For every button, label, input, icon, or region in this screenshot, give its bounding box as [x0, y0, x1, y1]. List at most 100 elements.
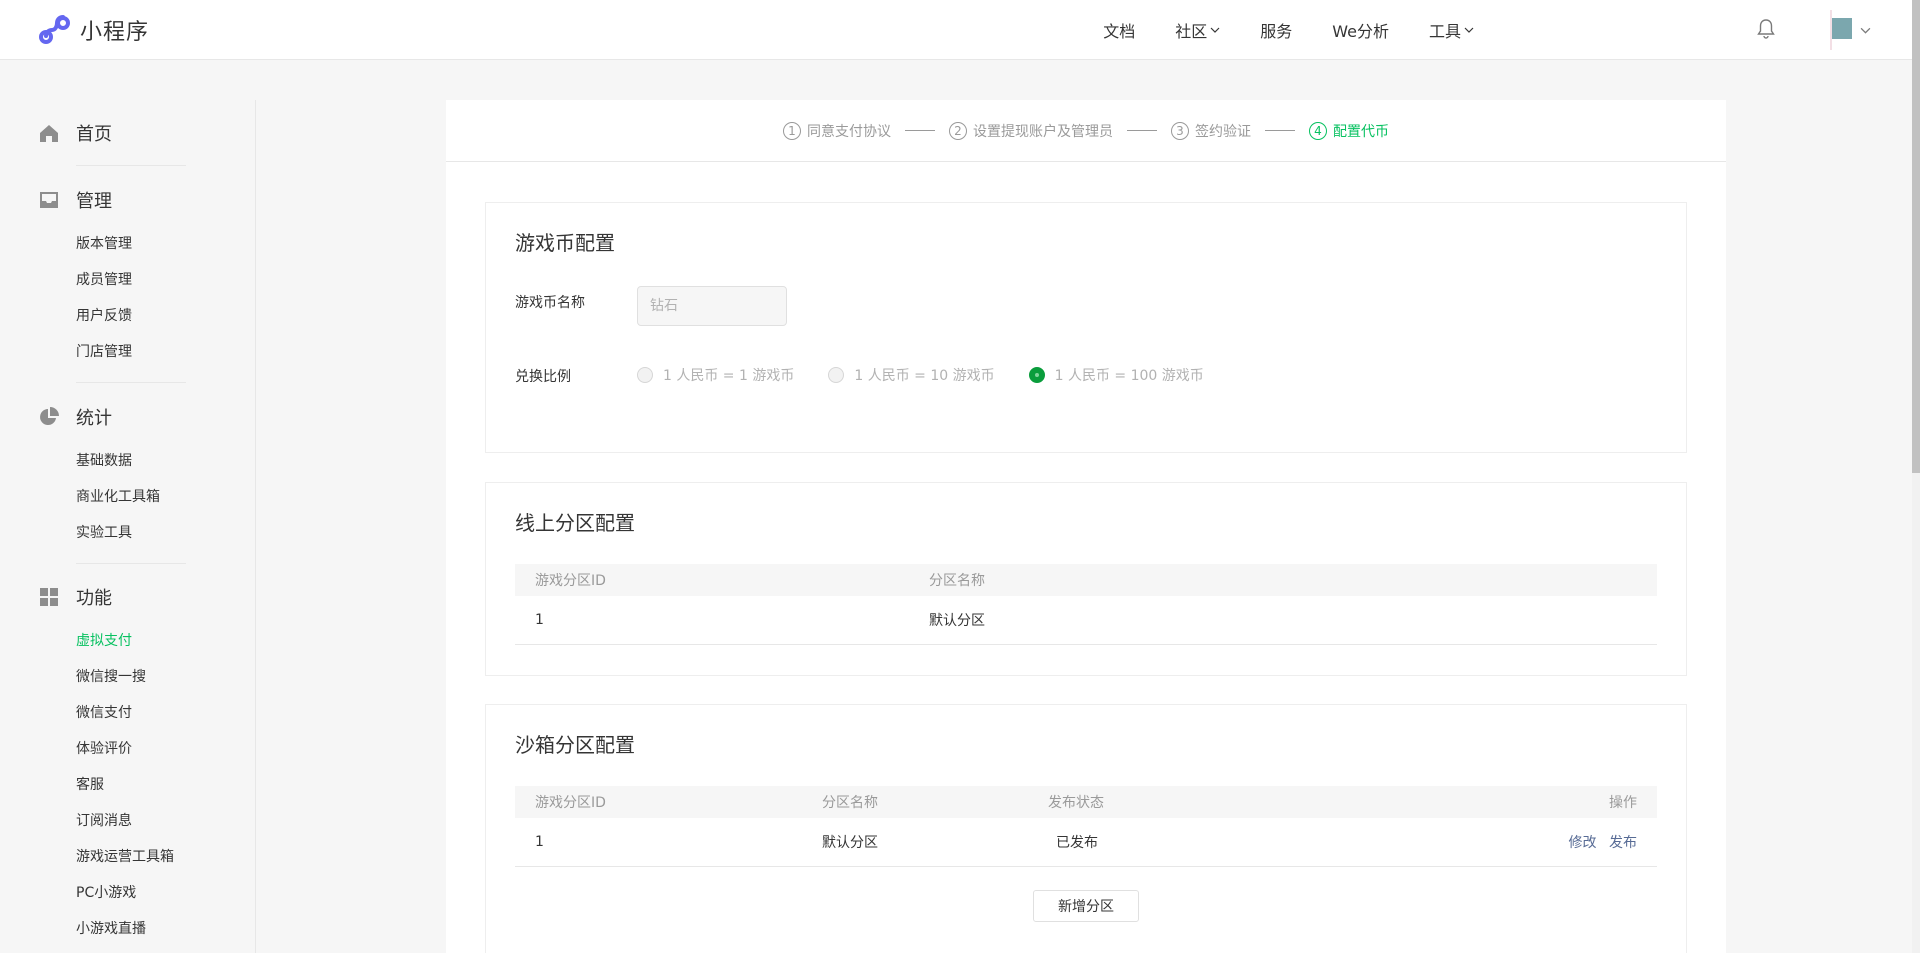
step-3: 3 签约验证	[1171, 121, 1251, 141]
step-number: 4	[1309, 121, 1327, 140]
actions-cell: 修改 发布	[1276, 818, 1657, 867]
zone-id-cell: 1	[515, 596, 909, 645]
sidebar-item-wechat-search[interactable]: 微信搜一搜	[0, 659, 256, 695]
sidebar-item-user-feedback[interactable]: 用户反馈	[0, 298, 256, 334]
sidebar-item-game-ops-toolbox[interactable]: 游戏运营工具箱	[0, 839, 256, 875]
sidebar: 首页 管理 版本管理 成员管理 用户反馈 门店管理 统计 基础数据 商业化工具箱…	[0, 100, 256, 953]
sidebar-item-store-manage[interactable]: 门店管理	[0, 334, 256, 370]
stats-sub-list: 基础数据 商业化工具箱 实验工具	[0, 433, 256, 551]
nav-service-label: 服务	[1260, 22, 1293, 41]
sidebar-item-mini-game-live[interactable]: 小游戏直播	[0, 911, 256, 947]
step-1: 1 同意支付协议	[783, 121, 891, 141]
column-header: 游戏分区ID	[515, 564, 909, 596]
nav-docs[interactable]: 文档	[1103, 18, 1135, 42]
step-label: 设置提现账户及管理员	[973, 123, 1113, 140]
step-connector	[1127, 130, 1157, 131]
step-label: 同意支付协议	[807, 123, 891, 140]
nav-we-analysis[interactable]: We分析	[1332, 18, 1389, 42]
step-connector	[905, 130, 935, 131]
sidebar-item-features[interactable]: 功能	[0, 581, 256, 613]
sidebar-item-experiment-tools[interactable]: 实验工具	[0, 515, 256, 551]
table-row: 1 默认分区	[515, 596, 1657, 645]
table-header-row: 游戏分区ID 分区名称 发布状态 操作	[515, 786, 1657, 818]
column-header: 操作	[1276, 786, 1657, 818]
panel-title: 游戏币配置	[515, 231, 615, 255]
chevron-down-icon	[1464, 27, 1474, 33]
chevron-down-icon	[1210, 27, 1220, 33]
nav-tools[interactable]: 工具	[1429, 18, 1474, 42]
step-label: 签约验证	[1195, 123, 1251, 140]
sidebar-item-customer-service[interactable]: 客服	[0, 767, 256, 803]
nav-community[interactable]: 社区	[1175, 18, 1220, 42]
publish-status-cell: 已发布	[1028, 818, 1277, 867]
exchange-ratio-label: 兑换比例	[515, 369, 571, 385]
divider	[76, 165, 186, 166]
ratio-option-label: 1 人民币 = 1 游戏币	[663, 368, 795, 384]
nav-docs-label: 文档	[1103, 22, 1136, 41]
zone-id-cell: 1	[515, 818, 802, 867]
edit-link[interactable]: 修改	[1569, 835, 1597, 851]
step-connector	[1265, 130, 1295, 131]
sidebar-item-pc-mini-game[interactable]: PC小游戏	[0, 875, 256, 911]
step-2: 2 设置提现账户及管理员	[949, 121, 1113, 141]
zone-name-cell: 默认分区	[802, 818, 1028, 867]
radio-icon	[637, 367, 653, 383]
main-content: 1 同意支付协议 2 设置提现账户及管理员 3 签约验证 4 配置代币 游戏币配置 游戏…	[446, 100, 1726, 953]
sidebar-stats-label: 统计	[76, 408, 112, 429]
table-row: 1 默认分区 已发布 修改 发布	[515, 818, 1657, 867]
ratio-option-10[interactable]: 1 人民币 = 10 游戏币	[828, 365, 995, 385]
ratio-option-label: 1 人民币 = 100 游戏币	[1054, 368, 1204, 384]
step-4: 4 配置代币	[1309, 121, 1389, 141]
online-zone-table: 游戏分区ID 分区名称 1 默认分区	[515, 564, 1657, 645]
account-menu[interactable]	[1830, 10, 1878, 50]
ratio-option-1[interactable]: 1 人民币 = 1 游戏币	[637, 365, 794, 385]
inbox-icon	[40, 192, 58, 208]
top-navbar: 小程序 文档 社区 服务 We分析 工具	[0, 0, 1920, 60]
home-icon	[40, 125, 58, 142]
sidebar-item-virtual-payment[interactable]: 虚拟支付	[0, 623, 256, 659]
sidebar-manage-label: 管理	[76, 191, 112, 212]
sandbox-zone-table: 游戏分区ID 分区名称 发布状态 操作 1 默认分区 已发布 修改 发布	[515, 786, 1657, 867]
step-number: 3	[1171, 121, 1189, 140]
avatar	[1830, 10, 1852, 50]
ratio-option-100[interactable]: 1 人民币 = 100 游戏币	[1028, 365, 1204, 385]
sidebar-item-stats[interactable]: 统计	[0, 401, 256, 433]
features-sub-list: 虚拟支付 微信搜一搜 微信支付 体验评价 客服 订阅消息 游戏运营工具箱 PC小…	[0, 613, 256, 947]
sidebar-section-features: 功能 虚拟支付 微信搜一搜 微信支付 体验评价 客服 订阅消息 游戏运营工具箱 …	[0, 581, 256, 947]
sidebar-section-manage: 管理 版本管理 成员管理 用户反馈 门店管理	[0, 184, 256, 370]
logo[interactable]: 小程序	[38, 14, 149, 46]
nav-we-analysis-label: We分析	[1332, 22, 1389, 41]
sidebar-item-subscribe-message[interactable]: 订阅消息	[0, 803, 256, 839]
publish-link[interactable]: 发布	[1609, 835, 1637, 851]
add-zone-button[interactable]: 新增分区	[1033, 890, 1139, 922]
sidebar-features-label: 功能	[76, 588, 112, 609]
coin-name-input[interactable]: 钻石	[637, 286, 787, 326]
sandbox-zone-panel: 沙箱分区配置 游戏分区ID 分区名称 发布状态 操作 1 默认分区 已发布 修改…	[485, 704, 1687, 953]
app-name: 小程序	[80, 20, 150, 45]
zone-name-cell: 默认分区	[909, 596, 1657, 645]
column-header: 分区名称	[909, 564, 1657, 596]
bell-icon	[1757, 19, 1775, 39]
sidebar-item-commercial-toolbox[interactable]: 商业化工具箱	[0, 479, 256, 515]
nav-tools-label: 工具	[1428, 22, 1461, 41]
scrollbar-thumb[interactable]	[1912, 0, 1920, 473]
table-header-row: 游戏分区ID 分区名称	[515, 564, 1657, 596]
sidebar-item-manage[interactable]: 管理	[0, 184, 256, 216]
radio-icon	[828, 367, 845, 383]
step-label: 配置代币	[1333, 123, 1389, 140]
nav-service[interactable]: 服务	[1260, 18, 1292, 42]
sidebar-item-version-manage[interactable]: 版本管理	[0, 226, 256, 262]
sidebar-item-home[interactable]: 首页	[0, 117, 112, 149]
sidebar-item-experience-review[interactable]: 体验评价	[0, 731, 256, 767]
divider	[76, 563, 186, 564]
sidebar-home-label: 首页	[76, 124, 112, 145]
manage-sub-list: 版本管理 成员管理 用户反馈 门店管理	[0, 216, 256, 370]
column-header: 发布状态	[1028, 786, 1277, 818]
ratio-option-label: 1 人民币 = 10 游戏币	[854, 368, 995, 384]
notification-button[interactable]	[1756, 18, 1776, 44]
coin-name-label: 游戏币名称	[515, 295, 585, 311]
sidebar-item-wechat-pay[interactable]: 微信支付	[0, 695, 256, 731]
sidebar-item-member-manage[interactable]: 成员管理	[0, 262, 256, 298]
sidebar-item-basic-data[interactable]: 基础数据	[0, 443, 256, 479]
step-number: 1	[783, 121, 801, 140]
